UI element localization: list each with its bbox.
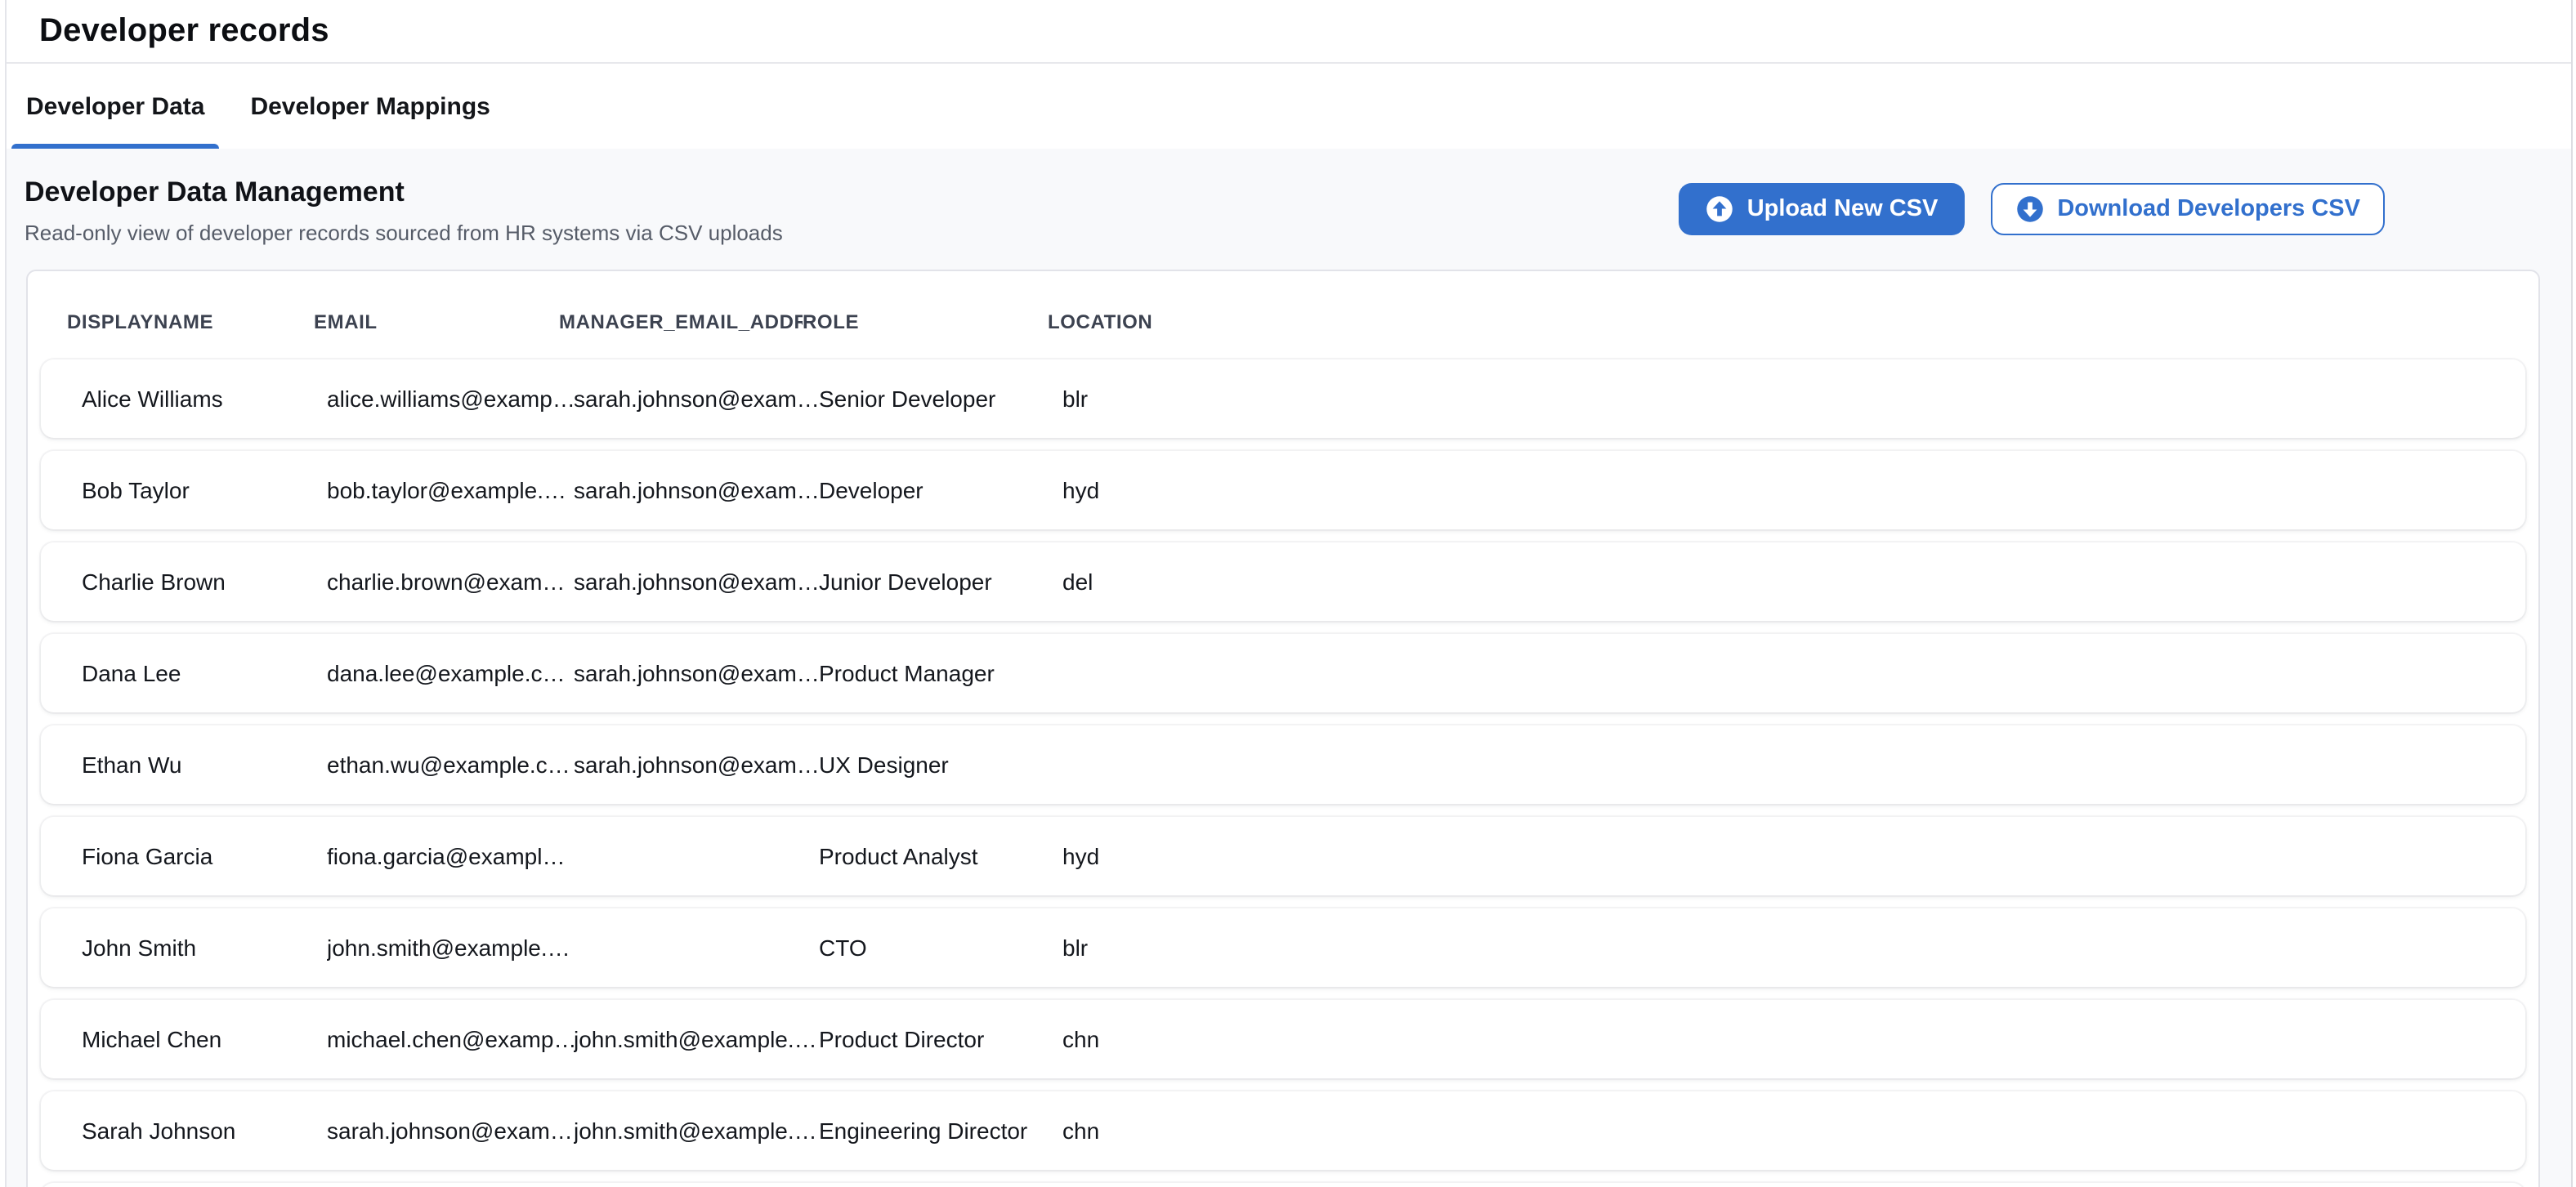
upload-new-csv-button[interactable]: Upload New CSV (1679, 183, 1965, 235)
section-subtitle: Read-only view of developer records sour… (25, 221, 783, 245)
col-location: LOCATION (1048, 310, 2525, 333)
cell-manager-email: sarah.johnson@exam… (574, 386, 819, 412)
cell-email: sarah.johnson@exam… (327, 1118, 574, 1144)
col-displayname: DISPLAYNAME (67, 310, 314, 333)
cell-role: Product Manager (819, 660, 1062, 686)
csv-actions: Upload New CSV Download Developers CSV (1679, 183, 2385, 235)
upload-button-label: Upload New CSV (1747, 196, 1939, 222)
cell-displayname: Charlie Brown (82, 569, 327, 595)
cell-role: Product Analyst (819, 843, 1062, 869)
cell-displayname: Sarah Johnson (82, 1118, 327, 1144)
window-right-edge (2570, 0, 2576, 1187)
app-window: Developer records Developer Data Develop… (0, 0, 2576, 1187)
cell-role: Engineering Director (819, 1118, 1062, 1144)
cell-displayname: Ethan Wu (82, 752, 327, 778)
col-role: ROLE (803, 310, 1048, 333)
table-row: Charlie Browncharlie.brown@exam…sarah.jo… (41, 542, 2525, 621)
section-header: Developer Data Management Read-only view… (0, 176, 2576, 245)
table-row: Michael Chenmichael.chen@examp…john.smit… (41, 1000, 2525, 1078)
tab-bar: Developer Data Developer Mappings (0, 64, 2576, 149)
cell-location: hyd (1062, 843, 2525, 869)
table-row: Alice Williamsalice.williams@examp…sarah… (41, 359, 2525, 438)
table-row: Bob Taylorbob.taylor@example.…sarah.john… (41, 451, 2525, 529)
cell-location: hyd (1062, 477, 2525, 503)
cell-displayname: John Smith (82, 935, 327, 961)
developer-table-card: DISPLAYNAMEEMAILMANAGER_EMAIL_ADDRE…ROLE… (26, 270, 2540, 1187)
cell-role: Junior Developer (819, 569, 1062, 595)
window-left-edge (0, 0, 7, 1187)
table-body: Alice Williamsalice.williams@examp…sarah… (41, 359, 2525, 1187)
cell-email: john.smith@example.… (327, 935, 574, 961)
content-area: Developer Data Management Read-only view… (0, 149, 2576, 1187)
col-email: EMAIL (314, 310, 559, 333)
cell-displayname: Fiona Garcia (82, 843, 327, 869)
tab-developer-data[interactable]: Developer Data (11, 64, 219, 149)
cell-email: charlie.brown@exam… (327, 569, 574, 595)
cell-email: ethan.wu@example.c… (327, 752, 574, 778)
cell-role: Product Director (819, 1026, 1062, 1052)
cell-displayname: Michael Chen (82, 1026, 327, 1052)
cell-email: dana.lee@example.c… (327, 660, 574, 686)
cell-manager-email: sarah.johnson@exam… (574, 752, 819, 778)
table-header-row: DISPLAYNAMEEMAILMANAGER_EMAIL_ADDRE…ROLE… (41, 284, 2525, 359)
page-title: Developer records (39, 12, 329, 50)
cell-manager-email: sarah.johnson@exam… (574, 477, 819, 503)
page-header: Developer records (0, 0, 2576, 64)
table-row: Sarah Johnsonsarah.johnson@exam…john.smi… (41, 1091, 2525, 1170)
cell-location: del (1062, 569, 2525, 595)
circle-arrow-down-icon (2015, 194, 2044, 224)
circle-arrow-up-icon (1705, 194, 1734, 224)
cell-location: chn (1062, 1118, 2525, 1144)
download-developers-csv-button[interactable]: Download Developers CSV (1990, 183, 2385, 235)
cell-location: chn (1062, 1026, 2525, 1052)
cell-email: bob.taylor@example.… (327, 477, 574, 503)
section-header-text: Developer Data Management Read-only view… (25, 176, 783, 245)
cell-email: alice.williams@examp… (327, 386, 574, 412)
cell-manager-email: sarah.johnson@exam… (574, 660, 819, 686)
cell-role: Developer (819, 477, 1062, 503)
cell-role: CTO (819, 935, 1062, 961)
cell-displayname: Bob Taylor (82, 477, 327, 503)
cell-manager-email: sarah.johnson@exam… (574, 569, 819, 595)
cell-location: blr (1062, 935, 2525, 961)
cell-role: UX Designer (819, 752, 1062, 778)
table-row: John Smithjohn.smith@example.… CTOblr (41, 908, 2525, 987)
section-title: Developer Data Management (25, 176, 783, 209)
col-manager-email-address: MANAGER_EMAIL_ADDRE… (559, 310, 803, 333)
cell-location: blr (1062, 386, 2525, 412)
table-row: Dana Leedana.lee@example.c…sarah.johnson… (41, 634, 2525, 712)
cell-email: fiona.garcia@exampl… (327, 843, 574, 869)
table-row: Fiona Garciafiona.garcia@exampl… Product … (41, 817, 2525, 895)
tab-developer-mappings[interactable]: Developer Mappings (235, 64, 504, 149)
cell-role: Senior Developer (819, 386, 1062, 412)
table-row: Ethan Wuethan.wu@example.c…sarah.johnson… (41, 725, 2525, 804)
table-row-partial (41, 1183, 2525, 1187)
download-button-label: Download Developers CSV (2057, 196, 2360, 222)
cell-displayname: Alice Williams (82, 386, 327, 412)
cell-manager-email: john.smith@example.… (574, 1026, 819, 1052)
cell-email: michael.chen@examp… (327, 1026, 574, 1052)
cell-manager-email: john.smith@example.… (574, 1118, 819, 1144)
cell-displayname: Dana Lee (82, 660, 327, 686)
